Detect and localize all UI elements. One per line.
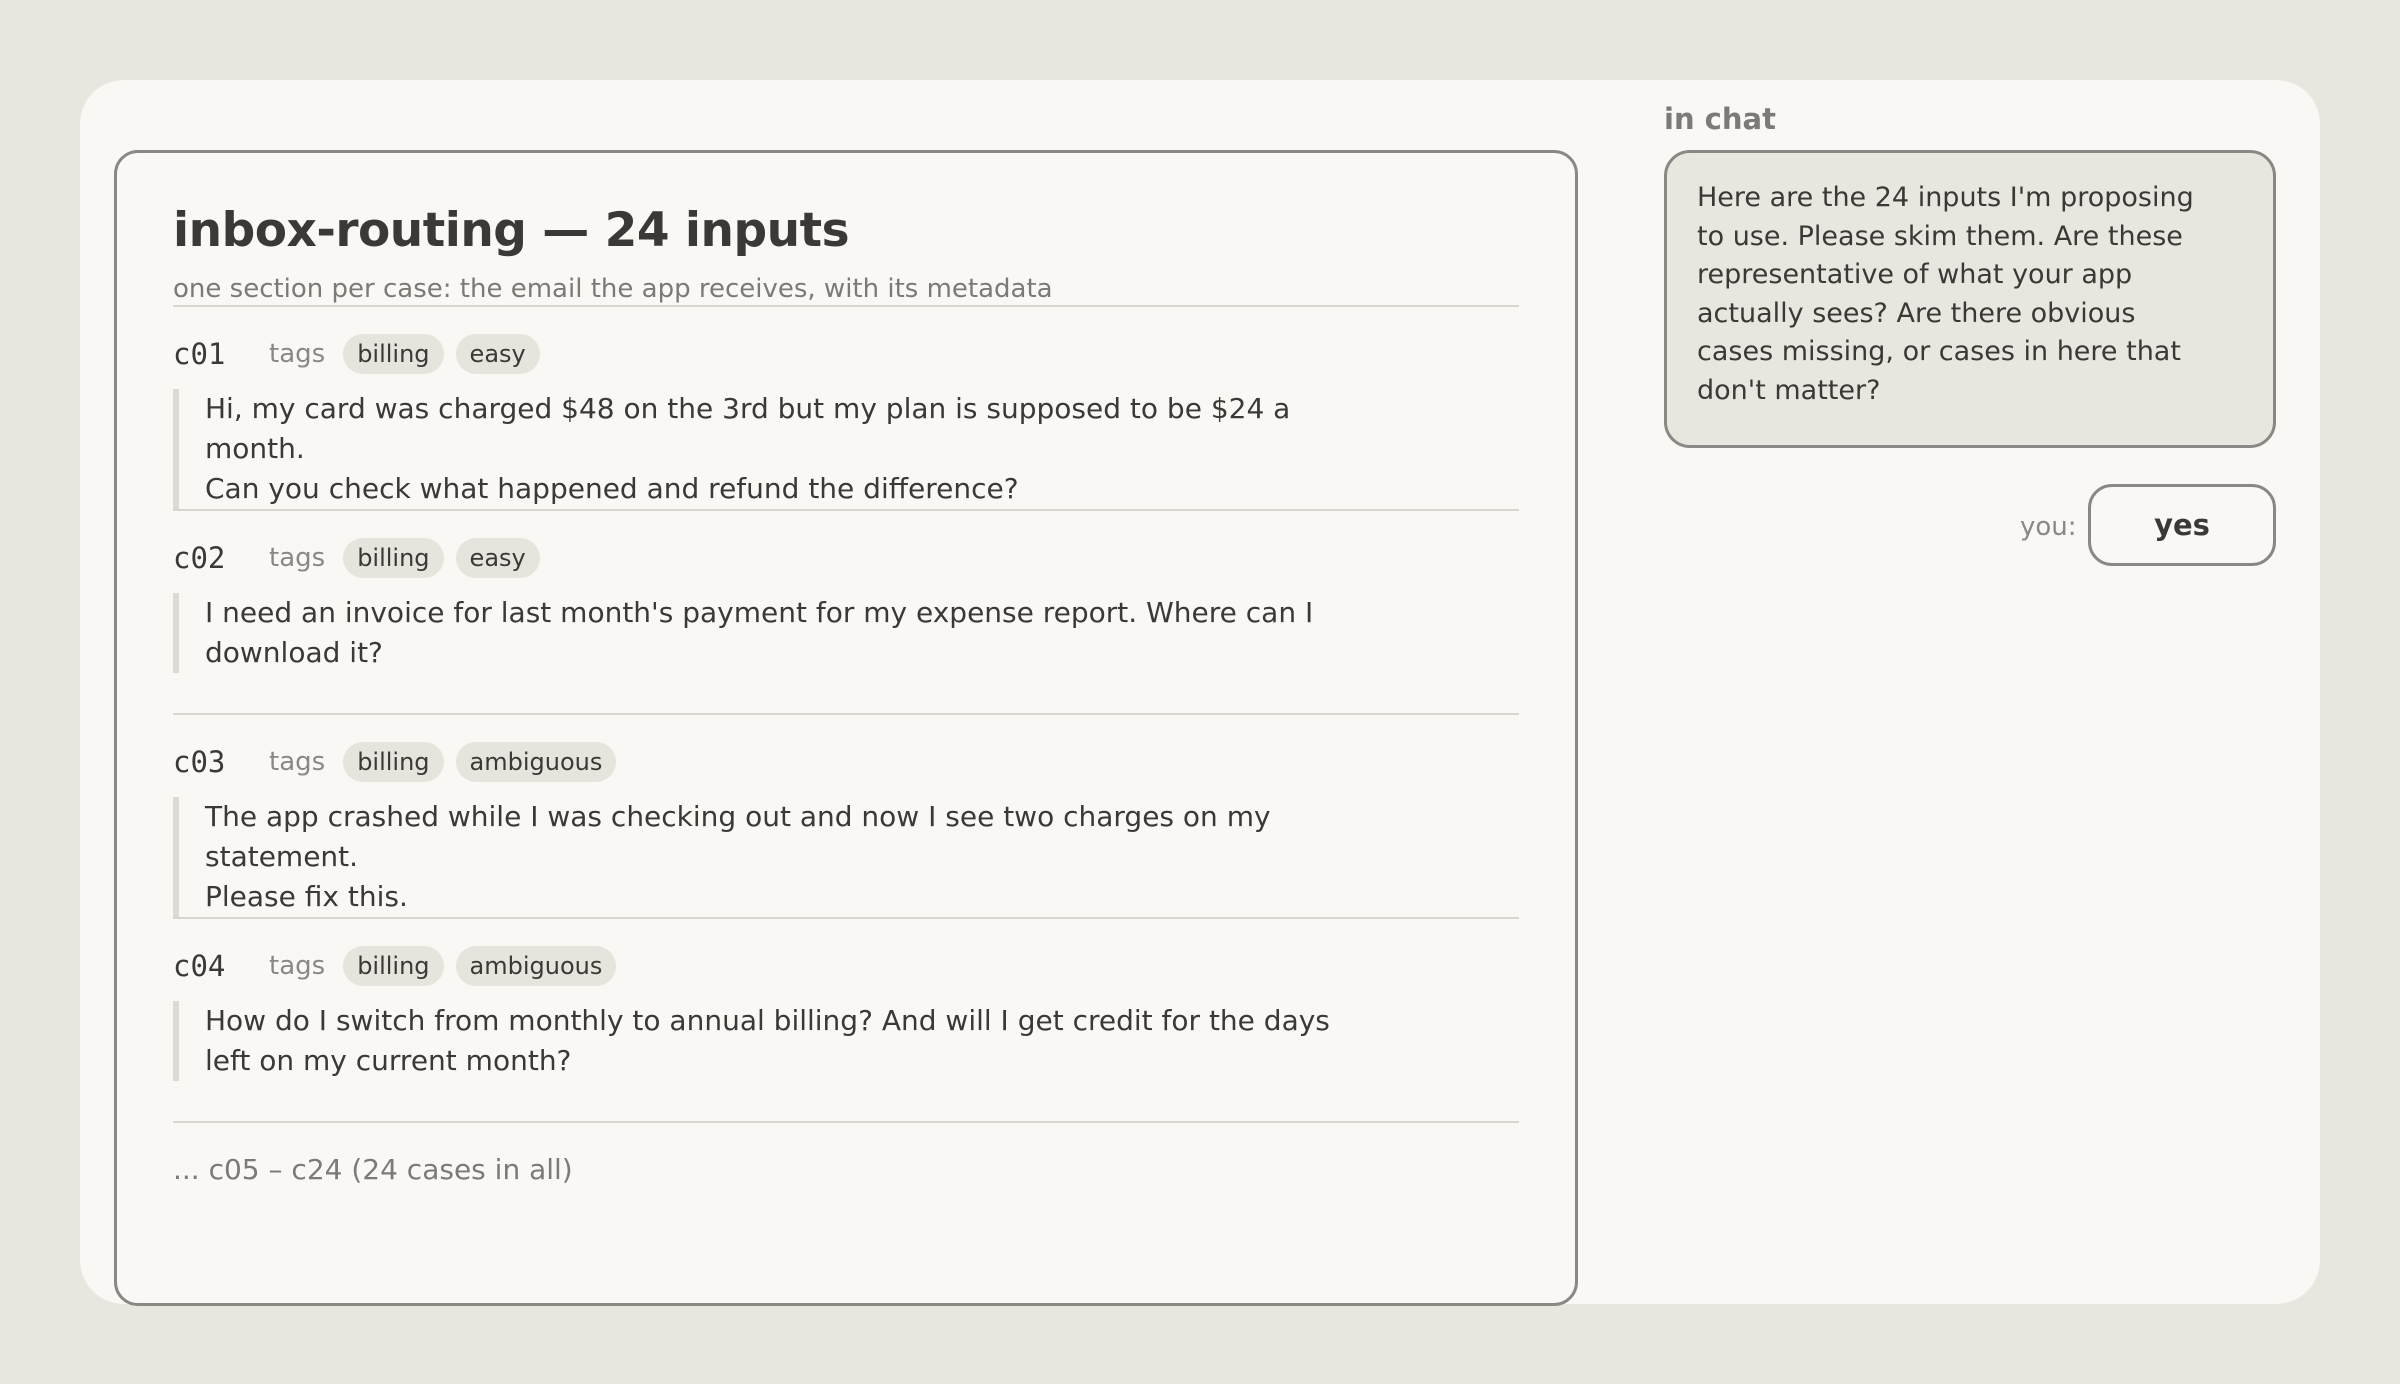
tags-label: tags bbox=[269, 339, 326, 369]
case-section: c04 tags billing ambiguous How do I swit… bbox=[173, 917, 1519, 1121]
tag-badge: billing bbox=[343, 334, 444, 374]
case-id: c03 bbox=[173, 745, 226, 779]
message-line: to use. Please skim them. Are these bbox=[1697, 220, 2183, 252]
chat-section-label: in chat bbox=[1664, 102, 1776, 136]
case-id: c04 bbox=[173, 949, 226, 983]
document-subtitle: one section per case: the email the app … bbox=[173, 274, 1053, 304]
tag-badge: billing bbox=[343, 946, 444, 986]
case-id: c02 bbox=[173, 541, 226, 575]
case-id: c01 bbox=[173, 337, 226, 371]
email-line: The app crashed while I was checking out… bbox=[205, 800, 1271, 873]
message-line: actually sees? Are there obvious bbox=[1697, 297, 2136, 329]
tags-label: tags bbox=[269, 951, 326, 981]
tags-label: tags bbox=[269, 747, 326, 777]
message-line: cases missing, or cases in here that bbox=[1697, 336, 2181, 367]
message-line: Here are the 24 inputs I'm proposing bbox=[1697, 182, 2194, 213]
tag-badge: ambiguous bbox=[455, 946, 617, 986]
document-panel: inbox-routing — 24 inputs one section pe… bbox=[114, 150, 1578, 1306]
case-section: c01 tags billing easy Hi, my card was ch… bbox=[173, 305, 1519, 509]
document-title: inbox-routing — 24 inputs bbox=[173, 203, 850, 258]
email-line: I need an invoice for last month's payme… bbox=[205, 596, 1314, 629]
case-email-body: Hi, my card was charged $48 on the 3rd b… bbox=[173, 389, 1373, 509]
email-line: download it? bbox=[205, 636, 383, 669]
more-cases-note: ... c05 – c24 (24 cases in all) bbox=[173, 1121, 1519, 1186]
email-line: Please fix this. bbox=[205, 880, 408, 913]
tag-badge: easy bbox=[455, 334, 540, 374]
email-line: Hi, my card was charged $48 on the 3rd b… bbox=[205, 392, 1291, 465]
tag-badge: billing bbox=[343, 538, 444, 578]
email-line: How do I switch from monthly to annual b… bbox=[205, 1004, 1330, 1037]
message-line: representative of what your app bbox=[1697, 259, 2133, 290]
tag-badge: easy bbox=[455, 538, 540, 578]
case-email-body: How do I switch from monthly to annual b… bbox=[173, 1001, 1373, 1081]
tag-badge: ambiguous bbox=[455, 742, 617, 782]
chat-message-bubble: Here are the 24 inputs I'm proposing to … bbox=[1664, 150, 2276, 448]
case-email-body: The app crashed while I was checking out… bbox=[173, 797, 1373, 917]
tags-label: tags bbox=[269, 543, 326, 573]
yes-reply-button[interactable]: yes bbox=[2088, 484, 2276, 566]
case-section: c02 tags billing easy I need an invoice … bbox=[173, 509, 1519, 713]
you-label: you: bbox=[2020, 512, 2077, 542]
case-section: c03 tags billing ambiguous The app crash… bbox=[173, 713, 1519, 917]
case-email-body: I need an invoice for last month's payme… bbox=[173, 593, 1373, 673]
email-line: left on my current month? bbox=[205, 1044, 572, 1077]
main-frame: inbox-routing — 24 inputs one section pe… bbox=[80, 80, 2320, 1306]
email-line: Can you check what happened and refund t… bbox=[205, 472, 1019, 505]
message-line: don't matter? bbox=[1697, 374, 1881, 406]
tag-badge: billing bbox=[343, 742, 444, 782]
